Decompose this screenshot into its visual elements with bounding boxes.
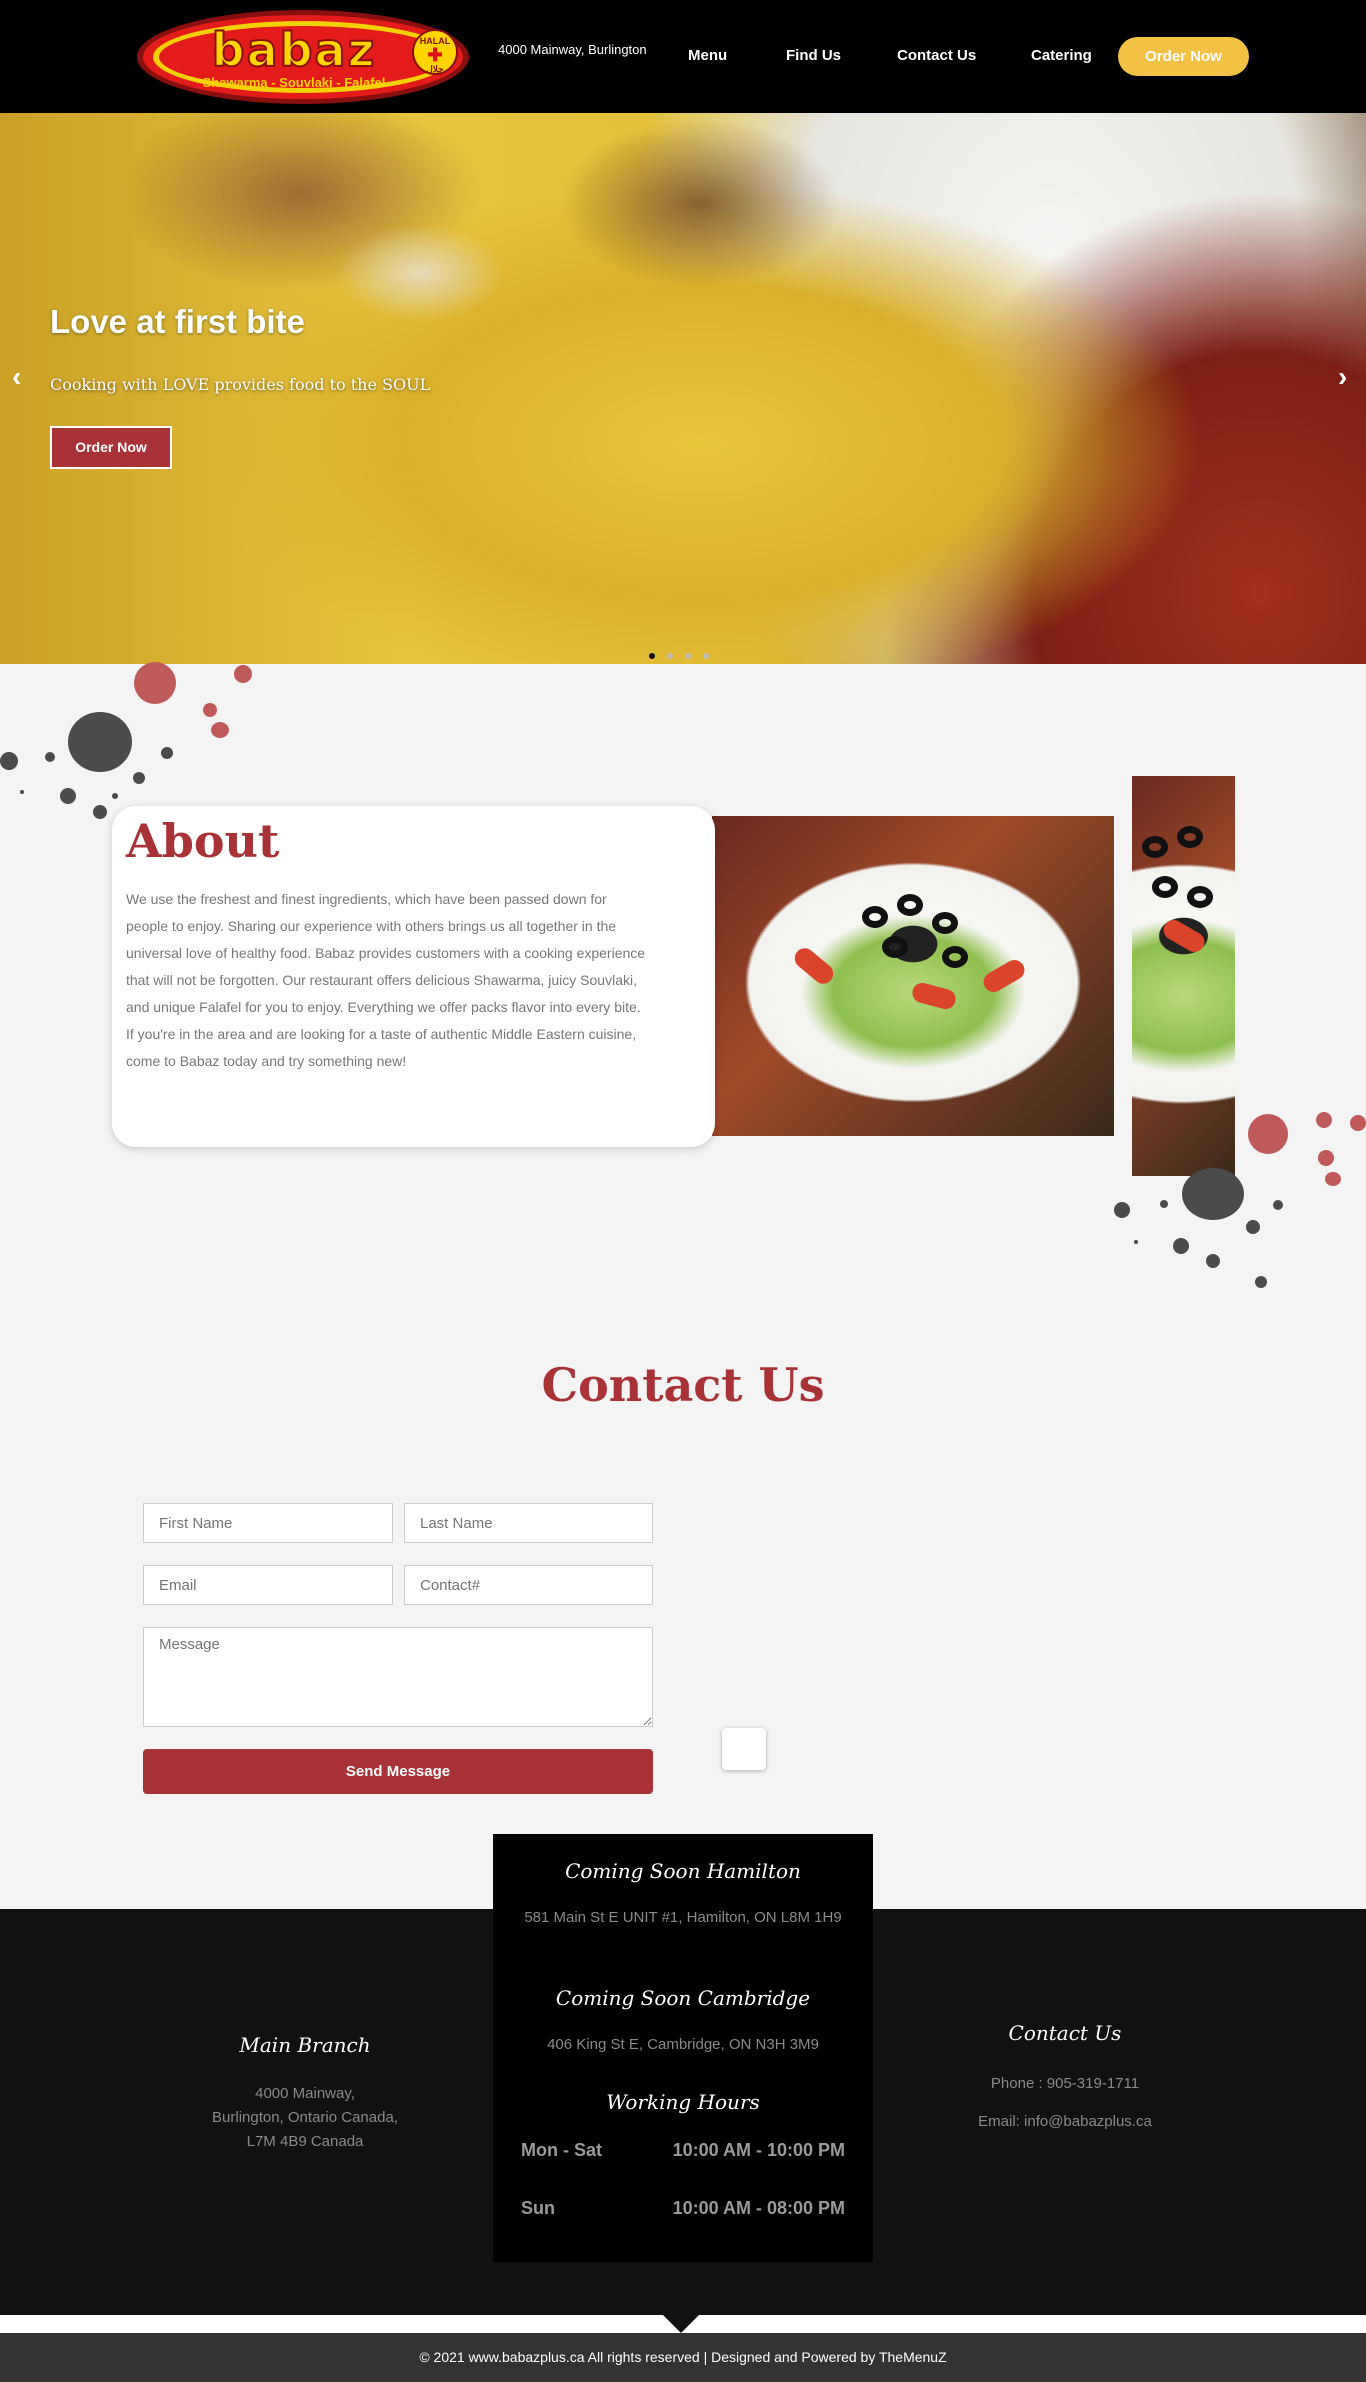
main-branch-line2: Burlington, Ontario Canada,	[212, 2109, 398, 2126]
main-branch-line3: L7M 4B9 Canada	[246, 2133, 364, 2150]
logo-wordmark: babaz	[211, 23, 377, 77]
hours-time-2: 10:00 AM - 08:00 PM	[672, 2198, 845, 2218]
recaptcha-widget[interactable]	[722, 1728, 766, 1770]
logo-tagline: Shawarma - Souvlaki - Falafel	[202, 75, 386, 90]
chevron-left-icon[interactable]: ‹	[12, 363, 21, 391]
about-salad-image-secondary	[1132, 776, 1235, 1176]
locations-hours-box: Coming Soon Hamilton 581 Main St E UNIT …	[493, 1834, 873, 2262]
nav-find-us[interactable]: Find Us	[786, 47, 841, 64]
copyright-bar: © 2021 www.babazplus.ca All rights reser…	[0, 2333, 1366, 2382]
footer-pointer	[663, 2315, 699, 2333]
header-order-now-button[interactable]: Order Now	[1118, 37, 1249, 76]
last-name-field[interactable]	[404, 1503, 653, 1543]
nav-menu[interactable]: Menu	[688, 47, 727, 64]
hero-subtitle: Cooking with LOVE provides food to the S…	[50, 375, 431, 394]
halal-badge: HALAL ✚ حلال	[412, 29, 458, 75]
contact-number-field[interactable]	[404, 1565, 653, 1605]
main-branch-line1: 4000 Mainway,	[255, 2085, 355, 2102]
nav-contact-us[interactable]: Contact Us	[897, 47, 976, 64]
slider-dot-2[interactable]	[667, 653, 673, 659]
about-text: We use the freshest and finest ingredien…	[126, 891, 646, 1069]
hours-days-1: Mon - Sat	[521, 2140, 602, 2160]
hamilton-address: 581 Main St E UNIT #1, Hamilton, ON L8M …	[524, 1909, 842, 1926]
babaz-logo[interactable]: babaz Shawarma - Souvlaki - Falafel HALA…	[134, 7, 472, 107]
cambridge-title: Coming Soon Cambridge	[555, 1986, 811, 2010]
about-title: About	[126, 814, 280, 868]
slider-dots	[649, 646, 721, 659]
hero-order-now-button[interactable]: Order Now	[50, 426, 172, 469]
cambridge-address: 406 King St E, Cambridge, ON N3H 3M9	[547, 2036, 819, 2053]
message-field[interactable]	[143, 1627, 653, 1727]
hero-title: Love at first bite	[50, 303, 305, 340]
copyright-text: © 2021 www.babazplus.ca All rights reser…	[419, 2349, 947, 2365]
contact-us-footer-title: Contact Us	[1008, 2021, 1122, 2045]
site-header: babaz Shawarma - Souvlaki - Falafel HALA…	[0, 0, 1366, 113]
hours-time-1: 10:00 AM - 10:00 PM	[672, 2140, 845, 2160]
about-card: About We use the freshest and finest ing…	[112, 806, 715, 1147]
working-hours-title: Working Hours	[606, 2090, 760, 2114]
first-name-field[interactable]	[143, 1503, 393, 1543]
slider-dot-1[interactable]	[649, 653, 655, 659]
slider-dot-4[interactable]	[703, 653, 709, 659]
footer-phone[interactable]: Phone : 905-319-1711	[910, 2072, 1220, 2096]
nav-catering[interactable]: Catering	[1031, 47, 1092, 64]
contact-title: Contact Us	[541, 1358, 825, 1412]
hero-slider: Love at first bite Cooking with LOVE pro…	[0, 113, 1366, 664]
main-branch-title: Main Branch	[239, 2033, 371, 2057]
footer-email[interactable]: Email: info@babazplus.ca	[910, 2110, 1220, 2134]
send-message-button[interactable]: Send Message	[143, 1749, 653, 1794]
halal-cross-icon: ✚	[427, 45, 443, 65]
hamilton-title: Coming Soon Hamilton	[565, 1859, 801, 1883]
hours-days-2: Sun	[521, 2198, 555, 2218]
about-salad-image	[712, 816, 1114, 1136]
chevron-right-icon[interactable]: ›	[1338, 363, 1347, 391]
email-field[interactable]	[143, 1565, 393, 1605]
header-address: 4000 Mainway, Burlington	[498, 42, 647, 57]
slider-dot-3[interactable]	[685, 653, 691, 659]
halal-arabic: حلال	[426, 64, 444, 74]
